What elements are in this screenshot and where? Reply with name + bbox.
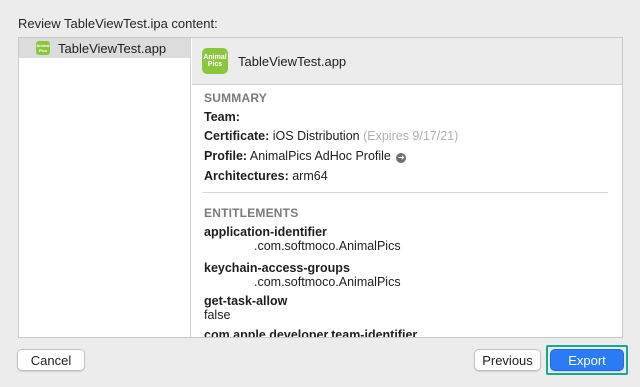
entitlement-key: application-identifier	[204, 225, 327, 239]
certificate-expiry: (Expires 9/17/21)	[363, 129, 459, 143]
entitlements-heading: ENTITLEMENTS	[204, 206, 299, 220]
certificate-row: Certificate: iOS Distribution (Expires 9…	[204, 129, 458, 143]
content-panel: Animal Pics TableViewTest.app Animal Pic…	[18, 37, 623, 338]
animal-pics-app-icon: Animal Pics	[36, 41, 50, 55]
profile-row: Profile: AnimalPics AdHoc Profile ➜	[204, 149, 407, 163]
profile-value: AnimalPics AdHoc Profile	[249, 149, 391, 163]
team-row: Team:	[204, 110, 240, 124]
certificate-value: iOS Distribution	[272, 129, 360, 143]
app-icon-text: Animal Pics	[203, 54, 227, 68]
detail-pane: Animal Pics TableViewTest.app SUMMARY Te…	[192, 38, 622, 337]
detail-header: Animal Pics TableViewTest.app	[192, 38, 622, 85]
cancel-button[interactable]: Cancel	[17, 349, 85, 371]
dialog-title: Review TableViewTest.ipa content:	[18, 16, 218, 31]
arrow-right-circle-icon[interactable]: ➜	[396, 153, 407, 163]
sidebar-item-label: TableViewTest.app	[58, 40, 167, 56]
entitlement-key: get-task-allow	[204, 294, 288, 308]
entitlement-item: keychain-access-groups .com.softmoco.Ani…	[204, 261, 401, 289]
certificate-label: Certificate:	[204, 129, 270, 143]
detail-scroll-content[interactable]: SUMMARY Team: Certificate: iOS Distribut…	[192, 86, 622, 337]
architectures-value: arm64	[292, 169, 328, 183]
previous-button[interactable]: Previous	[474, 349, 541, 371]
entitlement-key: keychain-access-groups	[204, 261, 350, 275]
summary-heading: SUMMARY	[204, 91, 267, 105]
section-divider	[202, 192, 608, 193]
architectures-row: Architectures: arm64	[204, 169, 328, 183]
sidebar: Animal Pics TableViewTest.app	[19, 38, 191, 337]
entitlement-value: .com.softmoco.AnimalPics	[254, 275, 401, 289]
detail-header-title: TableViewTest.app	[238, 53, 347, 69]
animal-pics-app-icon: Animal Pics	[202, 48, 228, 74]
export-button[interactable]: Export	[550, 349, 624, 371]
entitlement-item: application-identifier .com.softmoco.Ani…	[204, 225, 401, 253]
architectures-label: Architectures:	[204, 169, 289, 183]
team-label: Team:	[204, 110, 240, 124]
sidebar-item-tableviewtest-app[interactable]: Animal Pics TableViewTest.app	[19, 38, 190, 58]
entitlement-item: com.apple.developer.team-identifier	[204, 328, 417, 337]
entitlement-value: .com.softmoco.AnimalPics	[254, 239, 401, 253]
app-icon-text: Animal Pics	[36, 43, 50, 53]
entitlement-item: get-task-allow false	[204, 294, 287, 322]
profile-label: Profile:	[204, 149, 248, 163]
entitlement-key: com.apple.developer.team-identifier	[204, 328, 418, 337]
entitlement-value: false	[204, 308, 231, 322]
